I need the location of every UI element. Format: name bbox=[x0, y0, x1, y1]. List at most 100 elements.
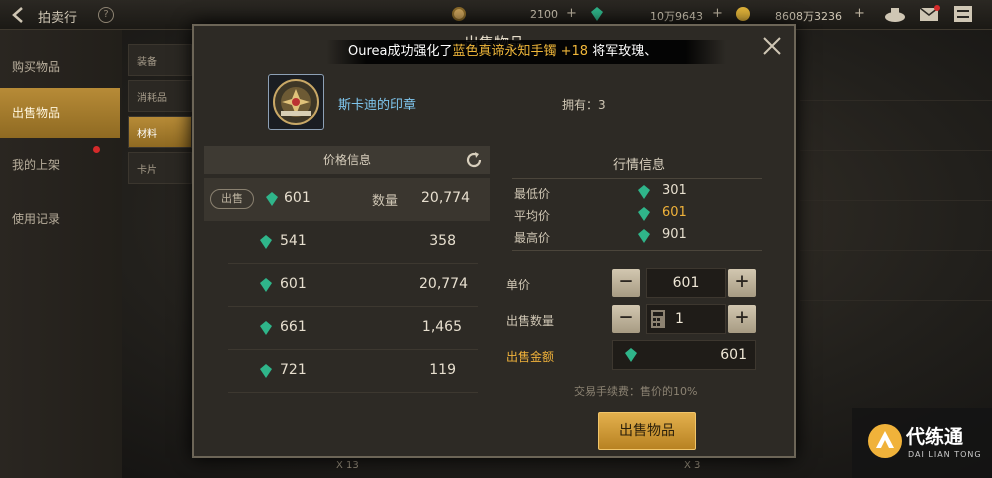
background-count: X 3 bbox=[684, 460, 701, 471]
gem-icon bbox=[638, 229, 650, 243]
mail-icon[interactable] bbox=[918, 4, 940, 24]
currency-gem-value: 10万9643 bbox=[650, 10, 703, 23]
tab-cards[interactable]: 卡片 bbox=[128, 152, 192, 184]
gem-icon bbox=[638, 207, 650, 221]
gem-icon bbox=[625, 348, 637, 362]
gem-icon bbox=[260, 278, 272, 292]
market-label: 平均价 bbox=[514, 209, 551, 223]
refresh-icon[interactable] bbox=[464, 150, 484, 170]
gem-icon bbox=[638, 185, 650, 199]
price-row[interactable]: 541 358 bbox=[204, 221, 490, 264]
sell-total-field: 601 bbox=[612, 340, 756, 370]
sidebar-item-buy[interactable]: 购买物品 bbox=[0, 42, 120, 92]
price-row[interactable]: 721 119 bbox=[204, 350, 490, 393]
sidebar-item-label: 出售物品 bbox=[12, 106, 61, 120]
ticker-text: 将军玫瑰、 bbox=[592, 44, 658, 59]
item-icon bbox=[268, 74, 324, 130]
notification-dot bbox=[93, 146, 100, 153]
gem-icon bbox=[591, 7, 603, 21]
price-info-header: 价格信息 bbox=[204, 146, 490, 174]
background-count: X 13 bbox=[336, 460, 359, 471]
market-info-header: 行情信息 bbox=[612, 158, 665, 173]
market-row-highest: 最高价 901 bbox=[504, 226, 774, 246]
quantity-value: 119 bbox=[429, 362, 456, 378]
gold-coin-icon bbox=[736, 7, 750, 21]
sell-total-label: 出售金额 bbox=[506, 350, 555, 364]
panel-title: 价格信息 bbox=[322, 153, 371, 167]
market-value: 601 bbox=[662, 205, 687, 220]
sidebar-item-sell[interactable]: 出售物品 bbox=[0, 88, 120, 138]
add-gem-button[interactable]: + bbox=[712, 6, 723, 21]
price-value: 601 bbox=[280, 276, 307, 292]
divider bbox=[512, 178, 762, 179]
sidebar-item-label: 我的上架 bbox=[12, 158, 61, 172]
price-value: 541 bbox=[280, 233, 307, 249]
add-gold-button[interactable]: + bbox=[854, 6, 865, 21]
divider bbox=[512, 250, 762, 251]
tab-consumables[interactable]: 消耗品 bbox=[128, 80, 192, 112]
watermark: 代练通 DAI LIAN TONG bbox=[852, 408, 992, 478]
watermark-subtext: DAI LIAN TONG bbox=[908, 450, 982, 459]
sidebar-item-label: 使用记录 bbox=[12, 212, 61, 226]
sell-item-button[interactable]: 出售物品 bbox=[598, 412, 696, 450]
quantity-value: 358 bbox=[429, 233, 456, 249]
watermark-text: 代练通 bbox=[906, 426, 964, 448]
tab-equipment[interactable]: 装备 bbox=[128, 44, 192, 76]
market-value: 301 bbox=[662, 183, 687, 198]
market-label: 最低价 bbox=[514, 187, 551, 201]
sell-quantity-label: 出售数量 bbox=[506, 314, 555, 328]
close-icon[interactable] bbox=[760, 34, 784, 58]
sell-item-dialog: 出售物品 Ourea成功强化了蓝色真谛永知手镯 +18 将军玫瑰、 斯卡迪的印章… bbox=[192, 24, 796, 458]
add-moon-button[interactable]: + bbox=[566, 6, 577, 21]
item-name: 斯卡迪的印章 bbox=[338, 98, 417, 113]
moon-coin-icon bbox=[452, 7, 466, 21]
price-row[interactable]: 661 1,465 bbox=[204, 307, 490, 350]
back-arrow-icon[interactable] bbox=[8, 5, 30, 25]
market-label: 最高价 bbox=[514, 231, 551, 245]
ticker-item: 蓝色真谛永知手镯 +18 bbox=[452, 44, 589, 59]
calculator-icon[interactable] bbox=[651, 310, 665, 328]
sell-total-value: 601 bbox=[720, 347, 747, 363]
sidebar: 购买物品 出售物品 我的上架 使用记录 bbox=[0, 30, 122, 478]
price-value: 601 bbox=[284, 190, 311, 206]
gem-icon bbox=[266, 192, 278, 206]
price-value: 721 bbox=[280, 362, 307, 378]
seal-icon bbox=[273, 79, 319, 125]
unit-price-increase-button[interactable]: + bbox=[728, 269, 756, 297]
sidebar-item-my-listings[interactable]: 我的上架 bbox=[0, 140, 120, 190]
quantity-input[interactable]: 1 bbox=[646, 304, 726, 334]
currency-gold-value: 8608万3236 bbox=[775, 10, 842, 23]
gem-icon bbox=[260, 235, 272, 249]
sidebar-item-history[interactable]: 使用记录 bbox=[0, 194, 120, 244]
unit-price-label: 单价 bbox=[506, 278, 531, 292]
quantity-value: 20,774 bbox=[419, 276, 468, 292]
quantity-increase-button[interactable]: + bbox=[728, 305, 756, 333]
price-info-panel: 价格信息 出售 601 数量 20,774 541 358 601 20,774… bbox=[204, 146, 490, 446]
announcement-ticker: Ourea成功强化了蓝色真谛永知手镯 +18 将军玫瑰、 bbox=[326, 40, 726, 64]
sell-tag: 出售 bbox=[210, 189, 254, 209]
ticker-text: Ourea成功强化了 bbox=[348, 44, 453, 59]
owned-count: 拥有：3 bbox=[562, 98, 606, 112]
sidebar-item-label: 购买物品 bbox=[12, 60, 61, 74]
watermark-logo-icon bbox=[868, 424, 902, 458]
unit-price-decrease-button[interactable]: − bbox=[612, 269, 640, 297]
market-row-average: 平均价 601 bbox=[504, 204, 774, 224]
price-row-selected[interactable]: 出售 601 数量 20,774 bbox=[204, 178, 490, 221]
price-row[interactable]: 601 20,774 bbox=[204, 264, 490, 307]
fee-note: 交易手续费：售价的10% bbox=[574, 385, 698, 398]
unit-price-input[interactable]: 601 bbox=[646, 268, 726, 298]
gem-icon bbox=[260, 321, 272, 335]
treasure-icon[interactable] bbox=[884, 4, 906, 24]
gem-icon bbox=[260, 364, 272, 378]
quantity-value: 1,465 bbox=[421, 319, 462, 335]
market-row-lowest: 最低价 301 bbox=[504, 182, 774, 202]
price-value: 661 bbox=[280, 319, 307, 335]
menu-icon[interactable] bbox=[952, 4, 974, 24]
tab-materials[interactable]: 材料 bbox=[128, 116, 192, 148]
currency-moon-value: 2100 bbox=[530, 8, 558, 21]
market-value: 901 bbox=[662, 227, 687, 242]
quantity-decrease-button[interactable]: − bbox=[612, 305, 640, 333]
quantity-value: 1 bbox=[675, 311, 684, 327]
page-title: 拍卖行 bbox=[38, 11, 78, 26]
help-button[interactable]: ? bbox=[98, 7, 114, 23]
